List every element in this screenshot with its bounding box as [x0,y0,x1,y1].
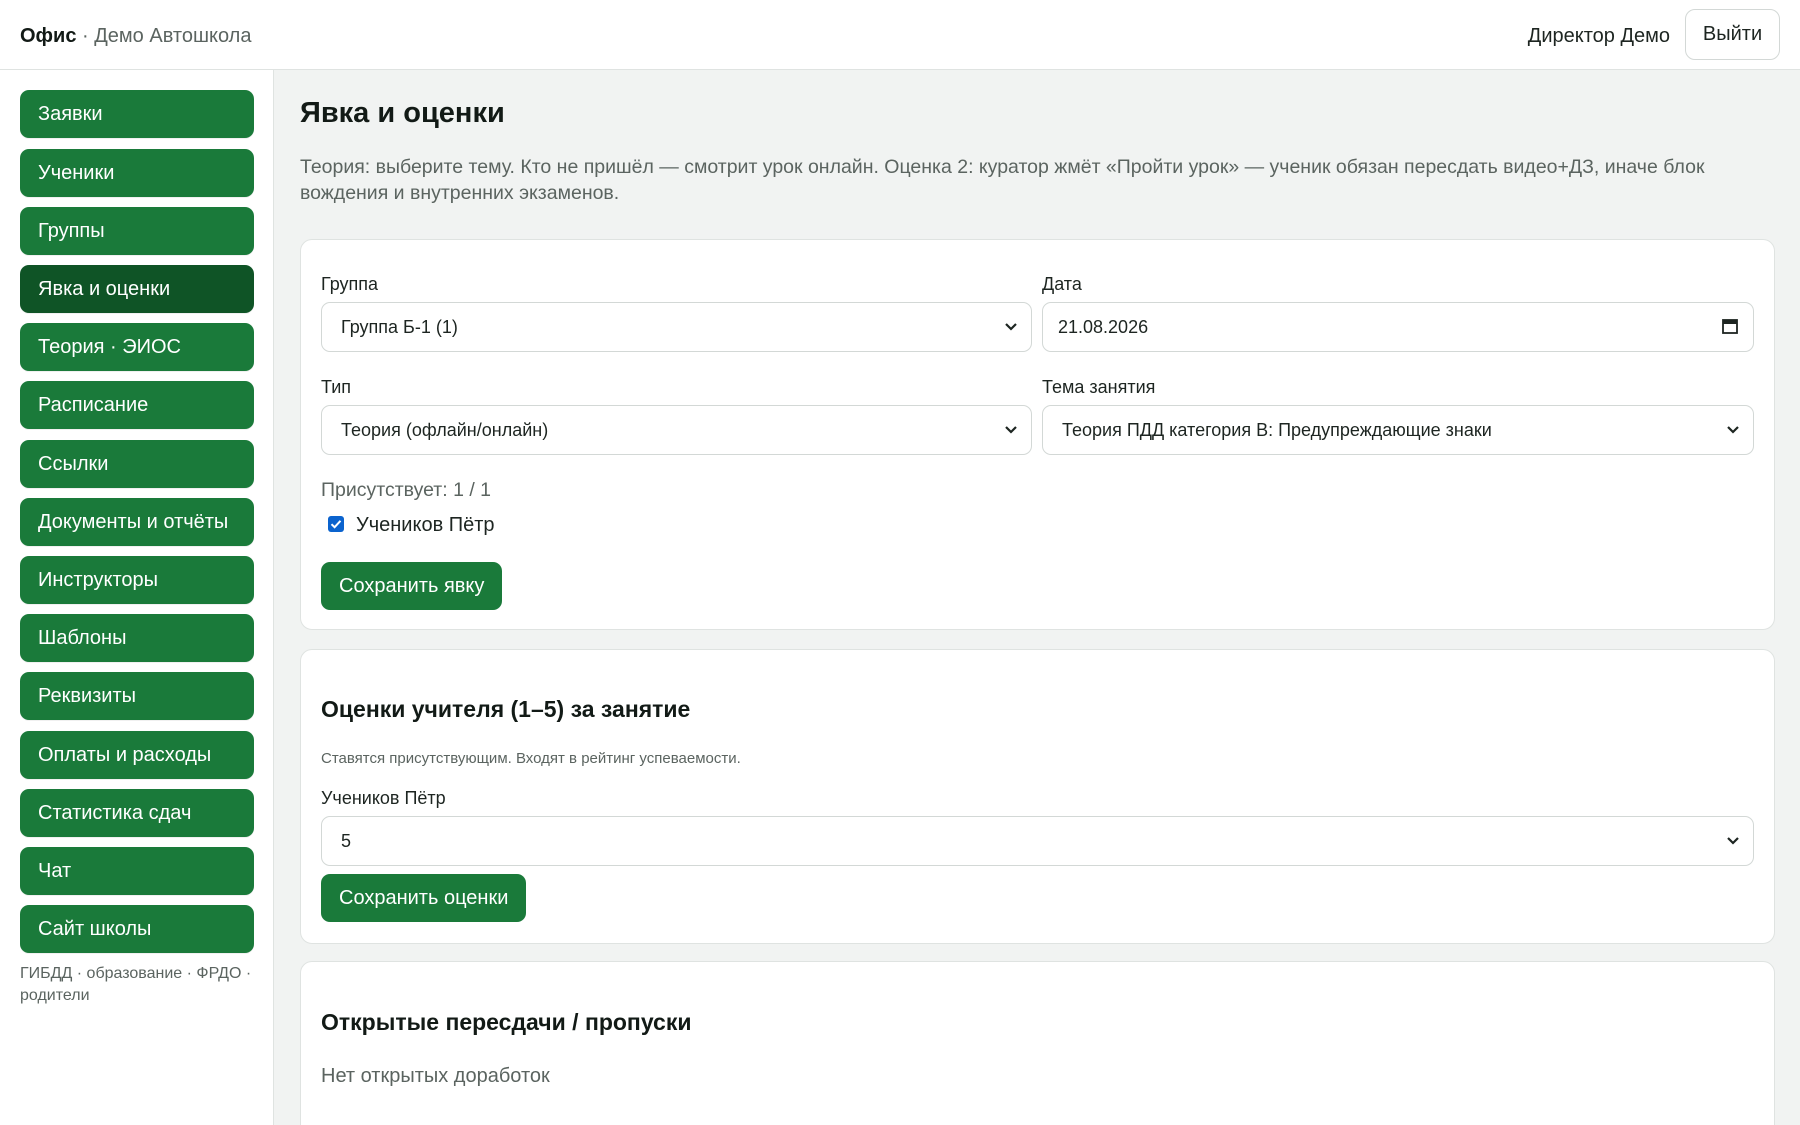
grades-title: Оценки учителя (1–5) за занятие [321,696,691,722]
present-count: Присутствует: 1 / 1 [321,479,492,501]
grade-select[interactable]: 5 [321,816,1754,866]
type-select-value: Теория (офлайн/онлайн) [341,420,549,440]
attendance-card: Группа Группа Б-1 (1) Дата 21.08.2026 Ти… [300,239,1775,630]
sidebar-footer: ГИБДД · образование · ФРДО · родители [20,965,252,1004]
retakes-empty-message: Нет открытых доработок [321,1065,550,1087]
date-input-value: 21.08.2026 [1058,317,1149,337]
chevron-down-icon [1005,426,1017,434]
sidebar-item-templates[interactable]: Шаблоны [20,614,254,662]
page-description: Теория: выберите тему. Кто не пришёл — с… [300,156,1705,204]
sidebar-item-payments[interactable]: Оплаты и расходы [20,731,254,779]
group-select-value: Группа Б-1 (1) [341,317,458,337]
sidebar-item-exam-stats[interactable]: Статистика сдач [20,789,254,837]
brand-separator: · [76,25,95,47]
top-bar: Офис · Демо Автошкола Директор Демо Выйт… [0,0,1800,70]
type-select[interactable]: Теория (офлайн/онлайн) [321,405,1032,455]
chevron-down-icon [1727,837,1739,845]
sidebar-item-groups[interactable]: Группы [20,207,254,255]
sidebar-item-instructors[interactable]: Инструкторы [20,556,254,604]
sidebar-item-requests[interactable]: Заявки [20,90,254,138]
school-name: Демо Автошкола [94,25,252,47]
sidebar-item-links[interactable]: Ссылки [20,440,254,488]
grade-student-label: Учеников Пётр [321,788,446,808]
sidebar: Заявки Ученики Группы Явка и оценки Теор… [0,70,274,1125]
sidebar-item-theory[interactable]: Теория · ЭИОС [20,323,254,371]
calendar-icon[interactable] [1721,317,1739,335]
chevron-down-icon [1727,426,1739,434]
sidebar-item-students[interactable]: Ученики [20,149,254,197]
sidebar-item-chat[interactable]: Чат [20,847,254,895]
page-title: Явка и оценки [300,97,505,129]
date-label: Дата [1042,274,1082,294]
student-name[interactable]: Учеников Пётр [356,513,495,537]
sidebar-item-schedule[interactable]: Расписание [20,381,254,429]
brand-title: Офис [20,25,77,47]
sidebar-item-school-site[interactable]: Сайт школы [20,905,254,953]
save-grades-button[interactable]: Сохранить оценки [321,874,527,922]
date-input[interactable]: 21.08.2026 [1042,302,1754,352]
chevron-down-icon [1005,323,1017,331]
grade-select-value: 5 [341,831,352,851]
sidebar-item-requisites[interactable]: Реквизиты [20,672,254,720]
save-attendance-button[interactable]: Сохранить явку [321,562,503,610]
group-select[interactable]: Группа Б-1 (1) [321,302,1032,352]
group-label: Группа [321,274,379,294]
grades-note: Ставятся присутствующим. Входят в рейтин… [321,750,741,767]
topic-select[interactable]: Теория ПДД категория B: Предупреждающие … [1042,405,1754,455]
brand: Офис · Демо Автошкола [20,24,251,48]
topic-label: Тема занятия [1042,377,1156,397]
logout-button[interactable]: Выйти [1685,9,1780,60]
retakes-card: Открытые пересдачи / пропуски Нет открыт… [300,961,1775,1125]
sidebar-item-attendance[interactable]: Явка и оценки [20,265,254,313]
student-checkbox[interactable] [328,516,344,532]
current-user: Директор Демо [1527,25,1670,47]
sidebar-item-documents[interactable]: Документы и отчёты [20,498,254,546]
topic-select-value: Теория ПДД категория B: Предупреждающие … [1062,420,1492,440]
grades-card: Оценки учителя (1–5) за занятие Ставятся… [300,649,1775,944]
retakes-title: Открытые пересдачи / пропуски [321,1009,692,1035]
checkmark-icon [330,520,342,529]
type-label: Тип [321,377,352,397]
